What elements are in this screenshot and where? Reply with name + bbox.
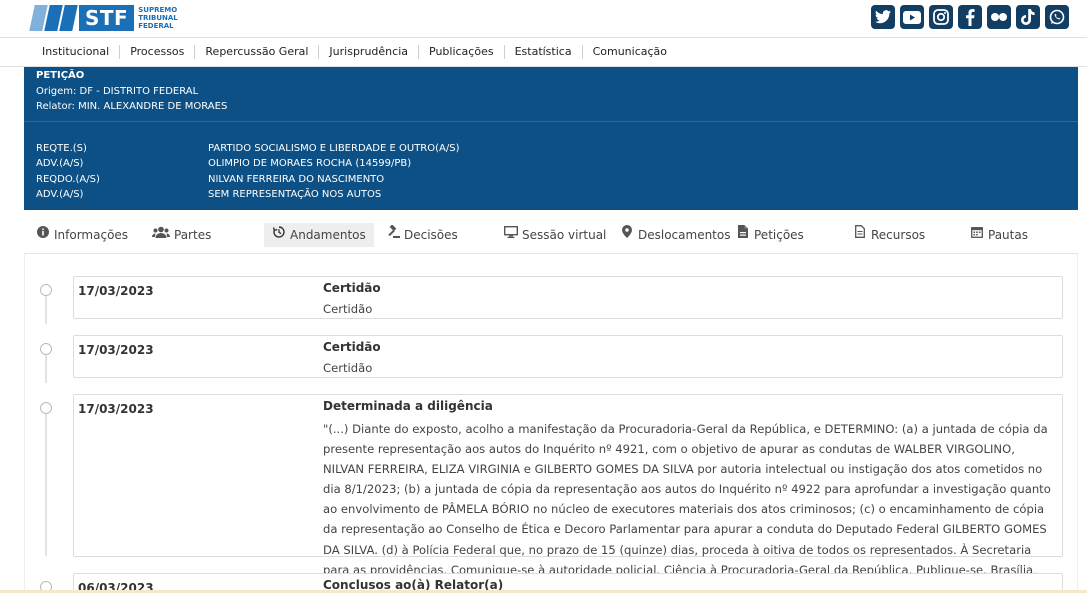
youtube-icon[interactable] [900, 5, 924, 29]
timeline-dot [40, 343, 52, 355]
tab-partes[interactable]: Partes [152, 223, 211, 247]
tab-sessao-virtual[interactable]: Sessão virtual [503, 223, 606, 247]
nav-item-repercussao-geral[interactable]: Repercussão Geral [195, 45, 320, 59]
social-links [871, 5, 1069, 29]
instagram-icon[interactable] [929, 5, 953, 29]
timeline-dot [40, 402, 52, 414]
andamento-title: Determinada a diligência [323, 399, 493, 413]
party-label: ADV.(A/S) [36, 189, 84, 200]
nav-item-estatistica[interactable]: Estatística [505, 45, 583, 59]
map-marker-icon [620, 223, 634, 247]
monitor-icon [503, 223, 519, 247]
andamento-title: Certidão [323, 340, 381, 354]
timeline-line [45, 406, 47, 556]
andamentos-timeline: 17/03/2023 Certidão Certidão 17/03/2023 … [24, 254, 1078, 593]
tab-informacoes[interactable]: Informações [36, 223, 128, 247]
andamento-item: 17/03/2023 Determinada a diligência "(..… [73, 394, 1063, 593]
nav-item-publicacoes[interactable]: Publicações [419, 45, 505, 59]
andamento-date: 17/03/2023 [78, 402, 154, 416]
tab-recursos[interactable]: Recursos [853, 223, 925, 247]
calendar-icon [970, 223, 984, 247]
logo-text: STF [79, 5, 135, 31]
party-label: ADV.(A/S) [36, 158, 84, 169]
case-divider [24, 121, 1078, 122]
party-value: OLIMPIO DE MORAES ROCHA (14599/PB) [208, 158, 412, 169]
logo-subtitle: SUPREMO TRIBUNAL FEDERAL [138, 6, 178, 30]
stf-logo[interactable]: STF SUPREMO TRIBUNAL FEDERAL [29, 4, 178, 32]
tab-decisoes[interactable]: Decisões [386, 223, 458, 247]
nav-item-processos[interactable]: Processos [120, 45, 196, 59]
tiktok-icon[interactable] [1016, 5, 1040, 29]
party-value: NILVAN FERREIRA DO NASCIMENTO [208, 174, 385, 185]
twitter-icon[interactable] [871, 5, 895, 29]
logo-bars-icon [29, 5, 78, 31]
case-relator: Relator: MIN. ALEXANDRE DE MORAES [36, 101, 228, 112]
whatsapp-icon[interactable] [1045, 5, 1069, 29]
andamento-item: 17/03/2023 Certidão Certidão [73, 276, 1063, 319]
facebook-icon[interactable] [958, 5, 982, 29]
andamento-description: "(...) Diante do exposto, acolho a manif… [323, 422, 1051, 593]
tab-peticoes[interactable]: Petições [736, 223, 804, 247]
andamento-item: 17/03/2023 Certidão Certidão [73, 335, 1063, 378]
case-origem: Origem: DF - DISTRITO FEDERAL [36, 86, 199, 97]
file-icon [853, 223, 867, 247]
gavel-icon [386, 223, 400, 247]
andamento-description: Certidão [323, 302, 373, 316]
andamento-description: Certidão [323, 361, 373, 375]
nav-item-jurisprudencia[interactable]: Jurisprudência [319, 45, 419, 59]
history-icon [272, 223, 286, 247]
tab-andamentos[interactable]: Andamentos [264, 223, 374, 247]
timeline-dot [40, 284, 52, 296]
users-icon [152, 223, 170, 247]
nav-item-institucional[interactable]: Institucional [32, 45, 121, 59]
tab-pautas[interactable]: Pautas [970, 223, 1028, 247]
process-tabs: Informações Partes Andamentos Decisões S… [24, 210, 1078, 254]
party-label: REQDO.(A/S) [36, 174, 100, 185]
andamento-title: Certidão [323, 281, 381, 295]
case-header: PETIÇÃO Origem: DF - DISTRITO FEDERAL Re… [24, 67, 1078, 210]
party-value: PARTIDO SOCIALISMO E LIBERDADE E OUTRO(A… [208, 143, 460, 154]
nav-item-comunicacao[interactable]: Comunicação [583, 45, 677, 59]
flickr-icon[interactable] [987, 5, 1011, 29]
andamento-date: 17/03/2023 [78, 284, 154, 298]
party-value: SEM REPRESENTAÇÃO NOS AUTOS [208, 189, 382, 200]
top-header: STF SUPREMO TRIBUNAL FEDERAL [0, 0, 1087, 37]
info-icon [36, 223, 50, 247]
pdf-file-icon [736, 223, 750, 247]
main-nav: Institucional Processos Repercussão Gera… [0, 37, 1087, 67]
party-label: REQTE.(S) [36, 143, 87, 154]
case-class-title: PETIÇÃO [36, 70, 85, 81]
tab-deslocamentos[interactable]: Deslocamentos [620, 223, 730, 247]
andamento-date: 17/03/2023 [78, 343, 154, 357]
